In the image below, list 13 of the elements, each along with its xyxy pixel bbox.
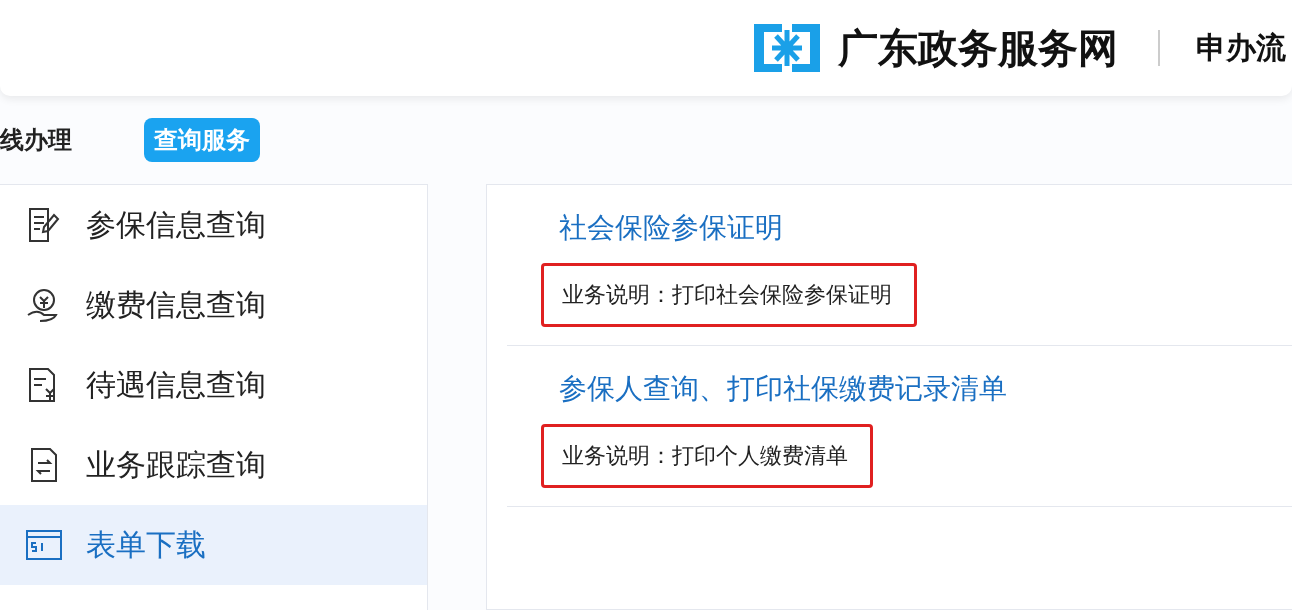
site-name: 广东政务服务网 xyxy=(838,23,1118,73)
logo-icon xyxy=(754,24,820,72)
sidebar-item[interactable]: 业务跟踪查询 xyxy=(0,425,427,505)
sidebar-item[interactable]: 缴费信息查询 xyxy=(0,265,427,345)
service-description: 业务说明：打印社会保险参保证明 xyxy=(541,263,917,327)
nav-link[interactable]: 申办流 xyxy=(1196,27,1286,69)
service-description: 业务说明：打印个人缴费清单 xyxy=(541,424,873,488)
sidebar-item[interactable]: 表单下载 xyxy=(0,505,427,585)
tab[interactable]: 线办理 xyxy=(0,118,72,162)
service-title[interactable]: 参保人查询、打印社保缴费记录清单 xyxy=(559,370,1007,408)
sidebar-item[interactable]: 参保信息查询 xyxy=(0,185,427,265)
service-title[interactable]: 社会保险参保证明 xyxy=(559,209,783,247)
sidebar-item[interactable]: 待遇信息查询 xyxy=(0,345,427,425)
